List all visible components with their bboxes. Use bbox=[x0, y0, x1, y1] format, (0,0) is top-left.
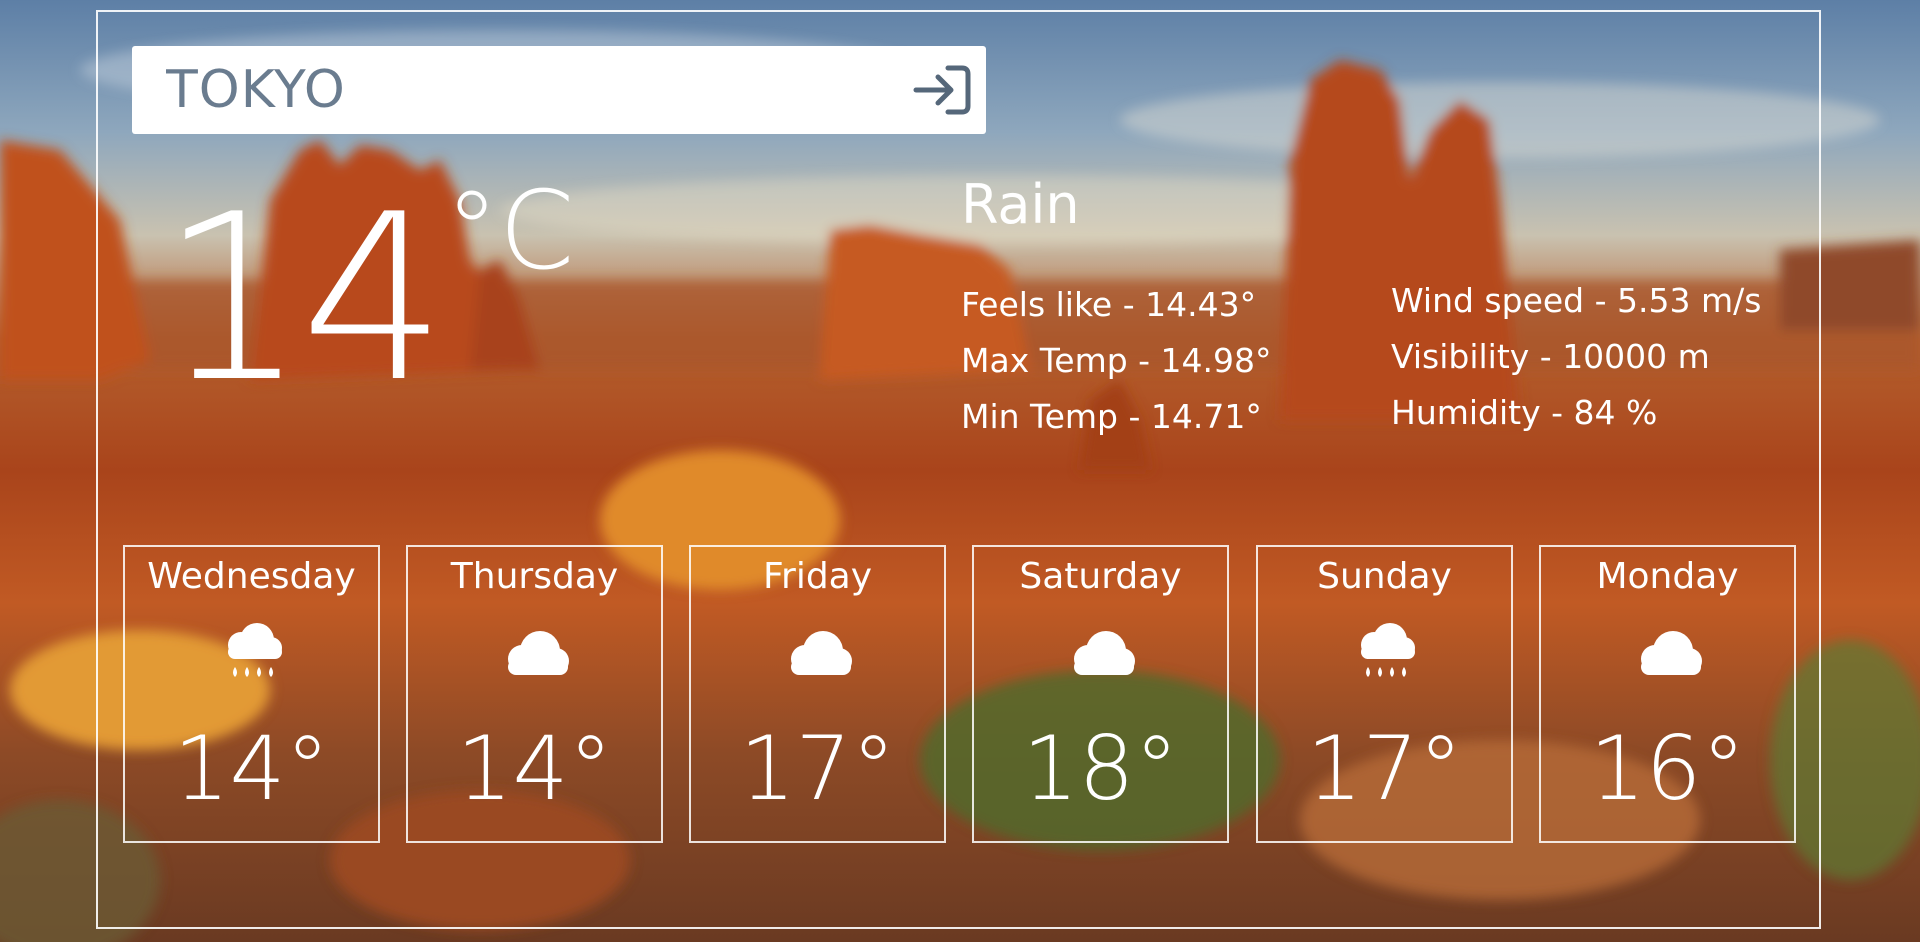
forecast-day-name: Friday bbox=[762, 556, 873, 597]
forecast-day-name: Thursday bbox=[450, 556, 619, 597]
forecast-temperature: 17° bbox=[1306, 717, 1463, 820]
cloud-icon bbox=[1074, 631, 1135, 675]
weather-condition: Rain bbox=[961, 173, 1080, 236]
temperature-unit: °C bbox=[445, 169, 575, 294]
forecast-temperature: 18° bbox=[1022, 717, 1179, 820]
forecast-temperature: 16° bbox=[1589, 717, 1746, 820]
max-temp: Max Temp - 14.98° bbox=[961, 341, 1272, 380]
current-temperature: 14 bbox=[160, 166, 447, 433]
forecast-card-friday: Friday 17° bbox=[689, 545, 946, 843]
forecast-day-name: Wednesday bbox=[147, 556, 356, 597]
forecast-day-name: Sunday bbox=[1317, 556, 1452, 597]
forecast-temperature: 14° bbox=[173, 717, 330, 820]
forecast-card-saturday: Saturday 18° bbox=[972, 545, 1229, 843]
rain-cloud-icon bbox=[228, 623, 282, 677]
forecast-day-name: Monday bbox=[1596, 556, 1739, 597]
forecast-temperature: 17° bbox=[739, 717, 896, 820]
feels-like: Feels like - 14.43° bbox=[961, 285, 1257, 324]
search-submit-button[interactable] bbox=[912, 64, 972, 116]
forecast-card-thursday: Thursday 14° bbox=[406, 545, 663, 843]
cloud-icon bbox=[508, 631, 569, 675]
city-search-bar bbox=[132, 46, 986, 134]
forecast-temperature: 14° bbox=[456, 717, 613, 820]
forecast-card-sunday: Sunday 17° bbox=[1256, 545, 1513, 843]
wind-speed: Wind speed - 5.53 m/s bbox=[1391, 281, 1762, 320]
sign-in-icon bbox=[913, 65, 971, 115]
forecast-card-monday: Monday 16° bbox=[1539, 545, 1796, 843]
city-search-input[interactable] bbox=[166, 46, 886, 134]
forecast-day-name: Saturday bbox=[1019, 556, 1182, 597]
humidity: Humidity - 84 % bbox=[1391, 393, 1658, 432]
cloud-icon bbox=[791, 631, 852, 675]
rain-cloud-icon bbox=[1361, 623, 1415, 677]
min-temp: Min Temp - 14.71° bbox=[961, 397, 1262, 436]
visibility: Visibility - 10000 m bbox=[1391, 337, 1710, 376]
cloud-icon bbox=[1641, 631, 1702, 675]
forecast-card-wednesday: Wednesday 14° bbox=[123, 545, 380, 843]
